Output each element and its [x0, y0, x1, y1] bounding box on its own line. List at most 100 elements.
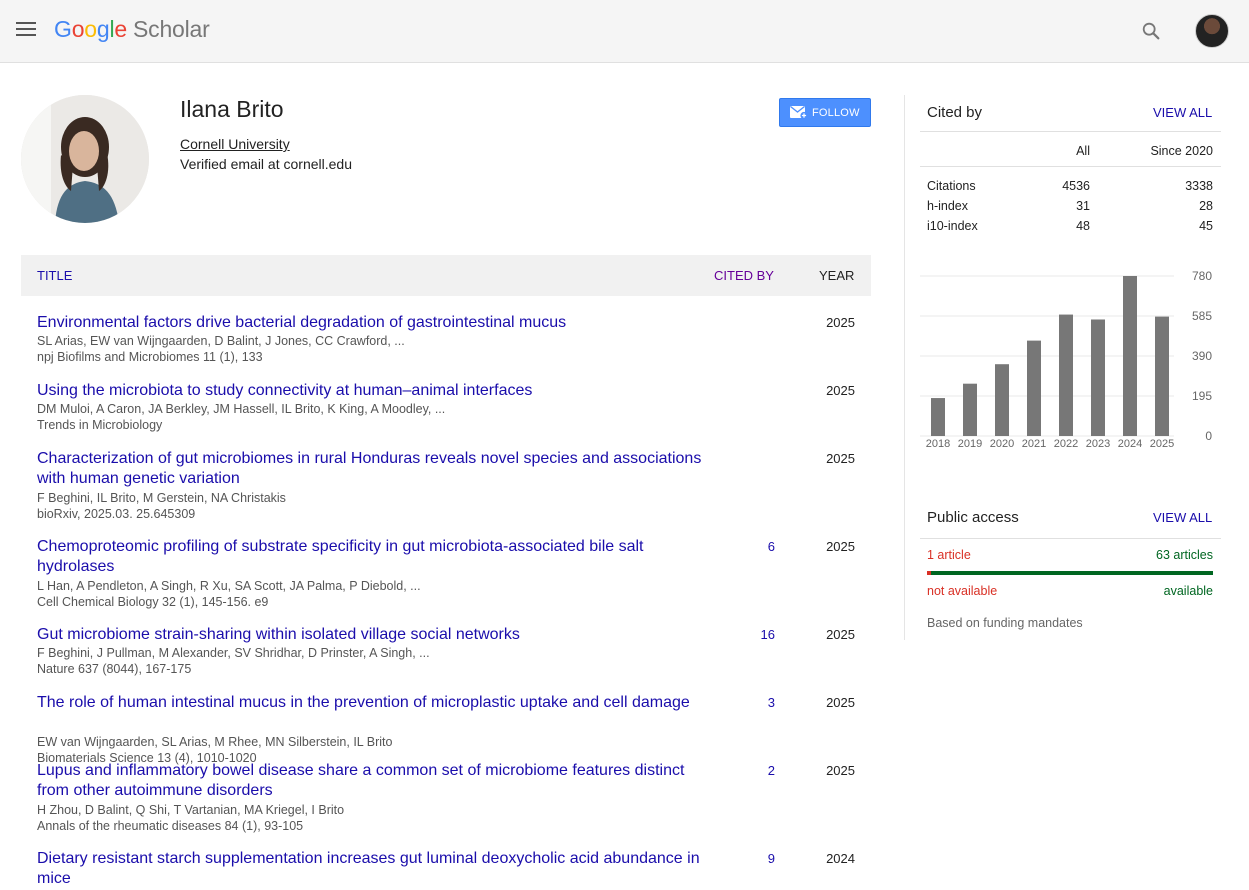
x-tick-label: 2019 — [958, 438, 982, 450]
public-access-bar — [927, 571, 1213, 575]
chart-bar-2022[interactable] — [1059, 314, 1073, 436]
divider — [920, 131, 1221, 132]
google-scholar-logo[interactable]: Google Scholar — [54, 16, 210, 43]
envelope-plus-icon — [790, 106, 808, 119]
article-title-link[interactable]: Chemoproteomic profiling of substrate sp… — [37, 537, 717, 577]
x-tick-label: 2018 — [926, 438, 950, 450]
stat-label: h-index — [927, 199, 968, 213]
article-authors: SL Arias, EW van Wijngaarden, D Balint, … — [37, 334, 405, 348]
divider — [920, 538, 1221, 539]
article-venue: Cell Chemical Biology 32 (1), 145-156. e… — [37, 595, 269, 609]
x-tick-label: 2023 — [1086, 438, 1110, 450]
article-year: 2025 — [826, 315, 855, 330]
article-title-link[interactable]: Environmental factors drive bacterial de… — [37, 313, 717, 333]
article-cited-by-link[interactable]: 6 — [721, 539, 775, 554]
chart-bar-2025[interactable] — [1155, 316, 1169, 436]
stat-all: 4536 — [1062, 179, 1090, 193]
article-authors: F Beghini, IL Brito, M Gerstein, NA Chri… — [37, 491, 286, 505]
x-tick-label: 2020 — [990, 438, 1014, 450]
stat-since: 3338 — [1185, 179, 1213, 193]
col-since: Since 2020 — [1150, 144, 1213, 158]
article-authors: F Beghini, J Pullman, M Alexander, SV Sh… — [37, 646, 430, 660]
follow-button[interactable]: FOLLOW — [779, 98, 871, 127]
available-count-link[interactable]: 63 articles — [1100, 548, 1213, 562]
cited-by-heading: Cited by — [927, 104, 983, 121]
sort-by-year[interactable]: YEAR — [819, 268, 854, 283]
article-authors: EW van Wijngaarden, SL Arias, M Rhee, MN… — [37, 735, 393, 749]
follow-label: FOLLOW — [812, 107, 860, 119]
y-tick-label: 390 — [1192, 349, 1212, 363]
public-access-view-all[interactable]: VIEW ALL — [1153, 510, 1212, 525]
y-tick-label: 780 — [1192, 269, 1212, 283]
chart-bar-2020[interactable] — [995, 364, 1009, 436]
stat-all: 48 — [1076, 219, 1090, 233]
col-all: All — [1076, 144, 1090, 158]
article-cited-by-link[interactable]: 16 — [721, 627, 775, 642]
stat-all: 31 — [1076, 199, 1090, 213]
article-title-link[interactable]: Characterization of gut microbiomes in r… — [37, 449, 717, 489]
article-year: 2025 — [826, 383, 855, 398]
logo-scholar: Scholar — [133, 16, 210, 42]
chart-bar-2018[interactable] — [931, 398, 945, 436]
stat-label: i10-index — [927, 219, 978, 233]
search-icon[interactable] — [1140, 20, 1162, 42]
affiliation-link[interactable]: Cornell University — [180, 136, 290, 152]
x-tick-label: 2025 — [1150, 438, 1174, 450]
chart-bar-2019[interactable] — [963, 383, 977, 436]
article-title-link[interactable]: Dietary resistant starch supplementation… — [37, 849, 717, 889]
sort-by-title[interactable]: TITLE — [37, 268, 72, 283]
article-authors: DM Muloi, A Caron, JA Berkley, JM Hassel… — [37, 402, 446, 416]
cited-by-view-all[interactable]: VIEW ALL — [1153, 105, 1212, 120]
article-year: 2025 — [826, 539, 855, 554]
article-authors: H Zhou, D Balint, Q Shi, T Vartanian, MA… — [37, 803, 345, 817]
menu-icon[interactable] — [16, 22, 36, 38]
article-cited-by-link[interactable]: 3 — [721, 695, 775, 710]
public-access-heading: Public access — [927, 509, 1019, 526]
logo-google: Google — [54, 16, 127, 42]
article-year: 2025 — [826, 627, 855, 642]
article-year: 2025 — [826, 451, 855, 466]
not-available-fill — [927, 571, 932, 575]
profile-photo — [21, 95, 149, 223]
top-bar: Google Scholar — [0, 0, 1249, 63]
not-available-count-link[interactable]: 1 article — [927, 548, 971, 562]
divider — [920, 166, 1221, 167]
chart-bar-2024[interactable] — [1123, 276, 1137, 436]
article-authors: L Han, A Pendleton, A Singh, R Xu, SA Sc… — [37, 579, 421, 593]
x-tick-label: 2022 — [1054, 438, 1078, 450]
not-available-label: not available — [927, 584, 998, 598]
stat-since: 45 — [1199, 219, 1213, 233]
stat-since: 28 — [1199, 199, 1213, 213]
article-year: 2025 — [826, 695, 855, 710]
y-tick-label: 0 — [1205, 429, 1212, 443]
article-title-link[interactable]: Lupus and inflammatory bowel disease sha… — [37, 761, 717, 801]
article-venue: Nature 637 (8044), 167-175 — [37, 662, 192, 676]
article-title-link[interactable]: Gut microbiome strain-sharing within iso… — [37, 625, 717, 645]
y-tick-label: 585 — [1192, 309, 1212, 323]
x-tick-label: 2021 — [1022, 438, 1046, 450]
sidebar-divider — [904, 95, 905, 640]
article-cited-by-link[interactable]: 9 — [721, 851, 775, 866]
y-tick-label: 195 — [1192, 389, 1212, 403]
profile-name: Ilana Brito — [180, 96, 284, 122]
articles-table-header: TITLE CITED BY YEAR — [21, 255, 871, 296]
article-venue: npj Biofilms and Microbiomes 11 (1), 133 — [37, 350, 263, 364]
article-year: 2024 — [826, 851, 855, 866]
article-venue: Trends in Microbiology — [37, 418, 163, 432]
stat-label: Citations — [927, 179, 976, 193]
verified-email: Verified email at cornell.edu — [180, 156, 352, 172]
article-year: 2025 — [826, 763, 855, 778]
article-title-link[interactable]: Using the microbiota to study connectivi… — [37, 381, 717, 401]
article-venue: bioRxiv, 2025.03. 25.645309 — [37, 507, 196, 521]
chart-bar-2021[interactable] — [1027, 340, 1041, 436]
funding-mandates-note: Based on funding mandates — [927, 616, 1083, 630]
citations-per-year-chart: 780 585 390 195 0 2018 2019 2020 2021 2022 2023 202… — [920, 269, 1212, 450]
article-title-link[interactable]: The role of human intestinal mucus in th… — [37, 693, 717, 713]
chart-bar-2023[interactable] — [1091, 319, 1105, 436]
article-venue: Annals of the rheumatic diseases 84 (1),… — [37, 819, 304, 833]
x-tick-label: 2024 — [1118, 438, 1142, 450]
article-cited-by-link[interactable]: 2 — [721, 763, 775, 778]
account-avatar[interactable] — [1195, 14, 1229, 48]
available-label: available — [1163, 584, 1213, 598]
sort-by-cited-by[interactable]: CITED BY — [714, 268, 774, 283]
